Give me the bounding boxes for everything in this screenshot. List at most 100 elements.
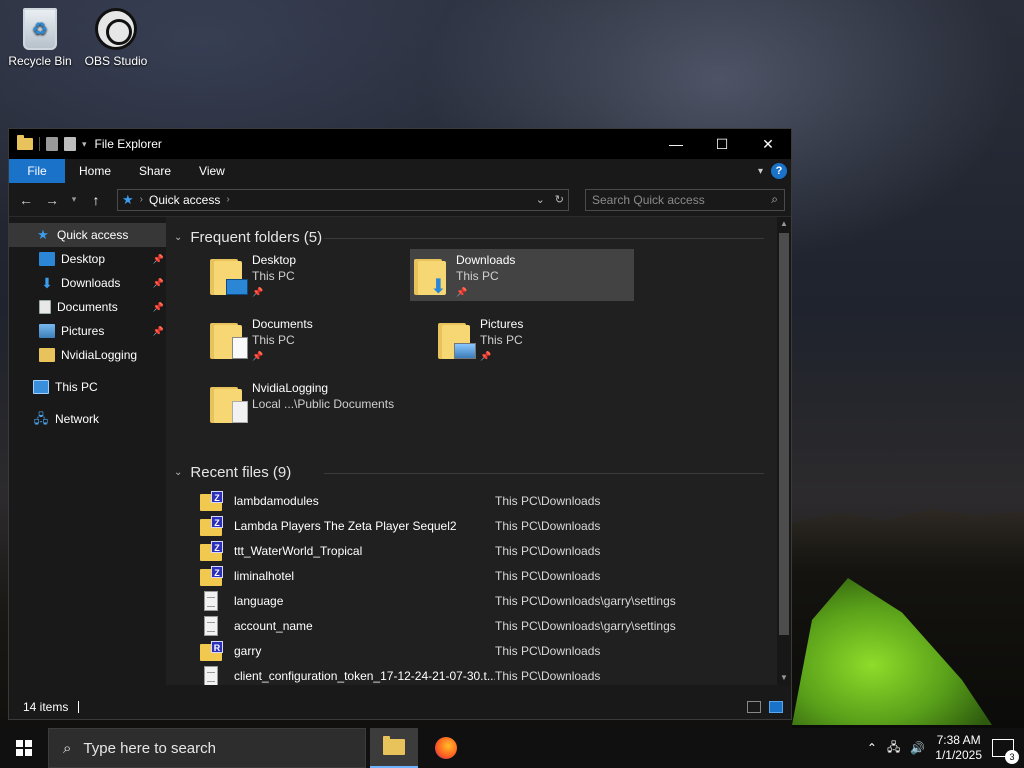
taskbar-file-explorer[interactable] <box>370 728 418 768</box>
scroll-up-icon[interactable]: ▲ <box>777 217 791 231</box>
file-name: language <box>234 593 284 608</box>
sidebar-item-documents[interactable]: Documents 📌 <box>9 295 166 319</box>
zip-archive-icon: Z <box>200 540 223 561</box>
sidebar-item-downloads[interactable]: ⬇ Downloads 📌 <box>9 271 166 295</box>
sidebar-item-pictures[interactable]: Pictures 📌 <box>9 319 166 343</box>
recent-locations-icon[interactable]: ▾ <box>67 194 81 205</box>
item-count: 14 items <box>23 700 69 714</box>
pictures-icon <box>39 324 55 338</box>
pin-icon[interactable]: 📌 <box>153 254 164 265</box>
chevron-down-icon[interactable]: ⌄ <box>174 467 182 478</box>
scroll-down-icon[interactable]: ▼ <box>777 671 791 685</box>
pin-icon: 📌 <box>480 351 492 361</box>
help-icon[interactable]: ? <box>771 163 787 179</box>
sidebar-item-network[interactable]: 🖧 Network <box>9 407 166 431</box>
file-path: This PC\Downloads <box>495 493 601 508</box>
list-item[interactable]: Zliminalhotel This PC\Downloads <box>200 563 760 588</box>
pin-icon[interactable]: 📌 <box>153 302 164 313</box>
search-input[interactable] <box>592 192 752 207</box>
back-icon[interactable]: ← <box>15 192 37 208</box>
sidebar-item-desktop[interactable]: Desktop 📌 <box>9 247 166 271</box>
up-icon[interactable]: ↑ <box>85 192 107 208</box>
chevron-right-icon[interactable]: › <box>226 194 229 205</box>
firefox-icon <box>435 737 457 759</box>
title-bar[interactable]: ▾ File Explorer — ☐ ✕ <box>9 129 791 159</box>
volume-icon[interactable]: 🔊 <box>910 741 925 755</box>
folder-tile-downloads[interactable]: ⬇ Downloads This PC 📌 <box>410 249 634 301</box>
clock-date: 1/1/2025 <box>935 748 982 762</box>
taskbar-firefox[interactable] <box>422 728 470 768</box>
chevron-right-icon[interactable]: › <box>140 194 143 205</box>
address-bar[interactable]: ★ › Quick access › ⌄ ↻ <box>117 188 569 211</box>
network-status-icon[interactable]: 🖧 <box>887 738 900 759</box>
customize-toolbar-icon[interactable]: ▾ <box>82 139 87 150</box>
pin-icon: 📌 <box>252 351 264 361</box>
navigation-pane: ★ Quick access Desktop 📌 ⬇ Downloads 📌 D… <box>9 217 166 685</box>
recent-files-header[interactable]: ⌄ Recent files (9) <box>174 464 764 481</box>
file-name: lambdamodules <box>234 493 319 508</box>
clock[interactable]: 7:38 AM 1/1/2025 <box>935 733 982 763</box>
folder-tile-documents[interactable]: Documents This PC 📌 <box>206 313 430 365</box>
tab-share[interactable]: Share <box>125 159 185 183</box>
search-icon: ⌕ <box>63 739 72 757</box>
maximize-button[interactable]: ☐ <box>699 129 745 159</box>
folder-tile-desktop[interactable]: Desktop This PC 📌 <box>206 249 430 301</box>
desktop-icon <box>39 252 55 266</box>
desktop-icon-obs-studio[interactable]: OBS Studio <box>78 8 154 68</box>
folder-location: This PC <box>480 333 523 347</box>
chevron-down-icon[interactable]: ⌄ <box>174 232 182 243</box>
properties-icon[interactable] <box>46 137 58 151</box>
folder-name: Documents <box>252 317 313 331</box>
file-path: This PC\Downloads\garry\settings <box>495 618 676 633</box>
large-icons-view-icon[interactable] <box>769 701 783 713</box>
desktop-icon-label: OBS Studio <box>84 54 148 68</box>
notification-center-icon[interactable]: 3 <box>992 739 1019 764</box>
file-path: This PC\Downloads <box>495 543 601 558</box>
close-button[interactable]: ✕ <box>745 129 791 159</box>
file-name: liminalhotel <box>234 568 295 583</box>
pin-icon[interactable]: 📌 <box>153 278 164 289</box>
sidebar-item-quick-access[interactable]: ★ Quick access <box>9 223 166 247</box>
show-hidden-icons-icon[interactable]: ⌃ <box>867 741 877 755</box>
list-item[interactable]: client_configuration_token_17-12-24-21-0… <box>200 663 760 685</box>
list-item[interactable]: Zlambdamodules This PC\Downloads <box>200 488 760 513</box>
scrollbar-thumb[interactable] <box>779 233 789 635</box>
file-path: This PC\Downloads <box>495 643 601 658</box>
sidebar-item-this-pc[interactable]: This PC <box>9 375 166 399</box>
desktop-icon-recycle-bin[interactable]: Recycle Bin <box>2 8 78 68</box>
list-item[interactable]: Rgarry This PC\Downloads <box>200 638 760 663</box>
new-folder-icon[interactable] <box>64 137 76 151</box>
tab-file[interactable]: File <box>9 159 65 183</box>
expand-ribbon-icon[interactable]: ▾ <box>758 166 763 177</box>
search-box[interactable]: ⌕ <box>585 188 785 211</box>
minimize-button[interactable]: — <box>653 129 699 159</box>
frequent-folders-header[interactable]: ⌄ Frequent folders (5) <box>174 229 764 246</box>
start-button[interactable] <box>0 728 48 768</box>
tab-home[interactable]: Home <box>65 159 125 183</box>
divider <box>39 137 40 151</box>
documents-icon <box>39 300 51 314</box>
system-tray: ⌃ 🖧 🔊 7:38 AM 1/1/2025 3 <box>867 733 1024 764</box>
forward-icon[interactable]: → <box>41 192 63 208</box>
navigation-bar: ← → ▾ ↑ ★ › Quick access › ⌄ ↻ ⌕ <box>9 183 791 217</box>
details-view-icon[interactable] <box>747 701 761 713</box>
list-item[interactable]: Zttt_WaterWorld_Tropical This PC\Download… <box>200 538 760 563</box>
refresh-icon[interactable]: ↻ <box>555 193 564 206</box>
tab-view[interactable]: View <box>185 159 239 183</box>
breadcrumb-quick-access[interactable]: Quick access <box>149 193 220 207</box>
taskbar-search-box[interactable]: ⌕ Type here to search <box>48 728 366 768</box>
folder-tile-nvidialogging[interactable]: NvidiaLogging Local ...\Public Documents <box>206 377 430 429</box>
desktop-folder-icon <box>210 253 248 295</box>
list-item[interactable]: account_name This PC\Downloads\garry\sett… <box>200 613 760 638</box>
folder-icon <box>17 135 33 150</box>
sidebar-item-nvidialogging[interactable]: NvidiaLogging <box>9 343 166 367</box>
address-history-icon[interactable]: ⌄ <box>536 193 545 206</box>
search-icon[interactable]: ⌕ <box>771 192 778 207</box>
pin-icon[interactable]: 📌 <box>153 326 164 337</box>
vertical-scrollbar[interactable]: ▲ ▼ <box>777 217 791 685</box>
list-item[interactable]: language This PC\Downloads\garry\settings <box>200 588 760 613</box>
file-name: account_name <box>234 618 313 633</box>
folder-tile-pictures[interactable]: Pictures This PC 📌 <box>434 313 658 365</box>
folder-location: Local ...\Public Documents <box>252 397 395 411</box>
list-item[interactable]: Z Lambda Players The Zeta Player Sequel2 T… <box>200 513 760 538</box>
